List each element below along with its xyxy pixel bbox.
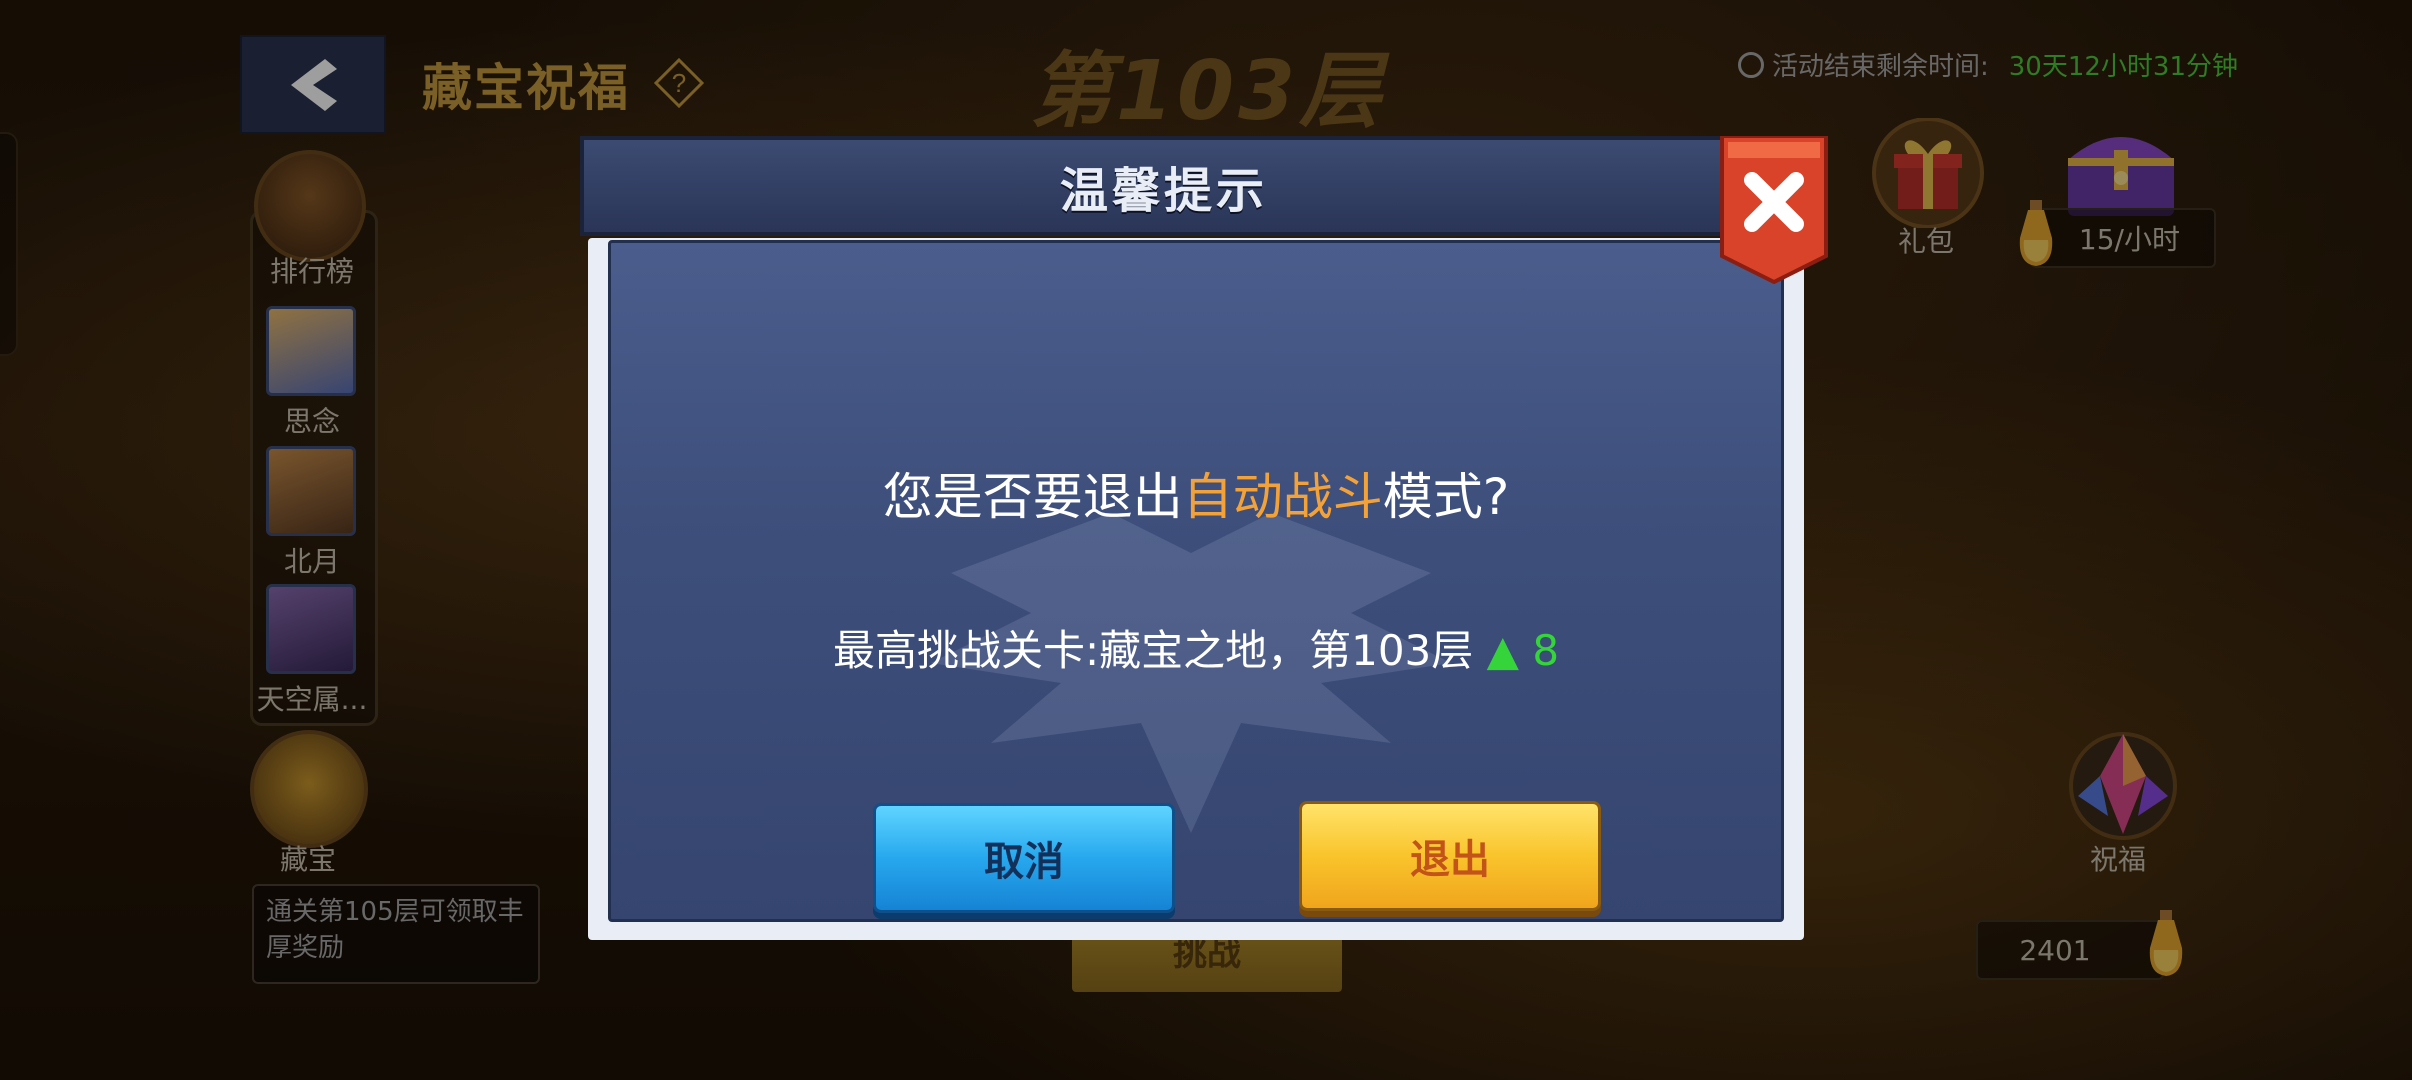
exit-question: 您是否要退出自动战斗模式? [611, 457, 1781, 529]
close-icon [1720, 134, 1828, 285]
close-button[interactable] [1718, 134, 1830, 285]
record-text: 最高挑战关卡:藏宝之地，第103层 [832, 626, 1474, 675]
modal-content: 您是否要退出自动战斗模式? 最高挑战关卡:藏宝之地，第103层 ▲ 8 取消 退… [608, 240, 1784, 922]
auto-battle-highlight: 自动战斗 [1182, 468, 1383, 526]
modal-header: 温馨提示 [580, 136, 1748, 236]
modal-title: 温馨提示 [1059, 163, 1268, 219]
question-suffix: 模式? [1382, 468, 1510, 526]
record-up-value: 8 [1532, 626, 1560, 675]
exit-button[interactable]: 退出 [1299, 801, 1601, 911]
confirm-dialog: 您是否要退出自动战斗模式? 最高挑战关卡:藏宝之地，第103层 ▲ 8 取消 退… [580, 134, 1828, 944]
question-prefix: 您是否要退出 [882, 468, 1183, 526]
best-record: 最高挑战关卡:藏宝之地，第103层 ▲ 8 [611, 617, 1781, 678]
cancel-button[interactable]: 取消 [873, 803, 1175, 913]
up-arrow-icon: ▲ [1486, 626, 1519, 675]
